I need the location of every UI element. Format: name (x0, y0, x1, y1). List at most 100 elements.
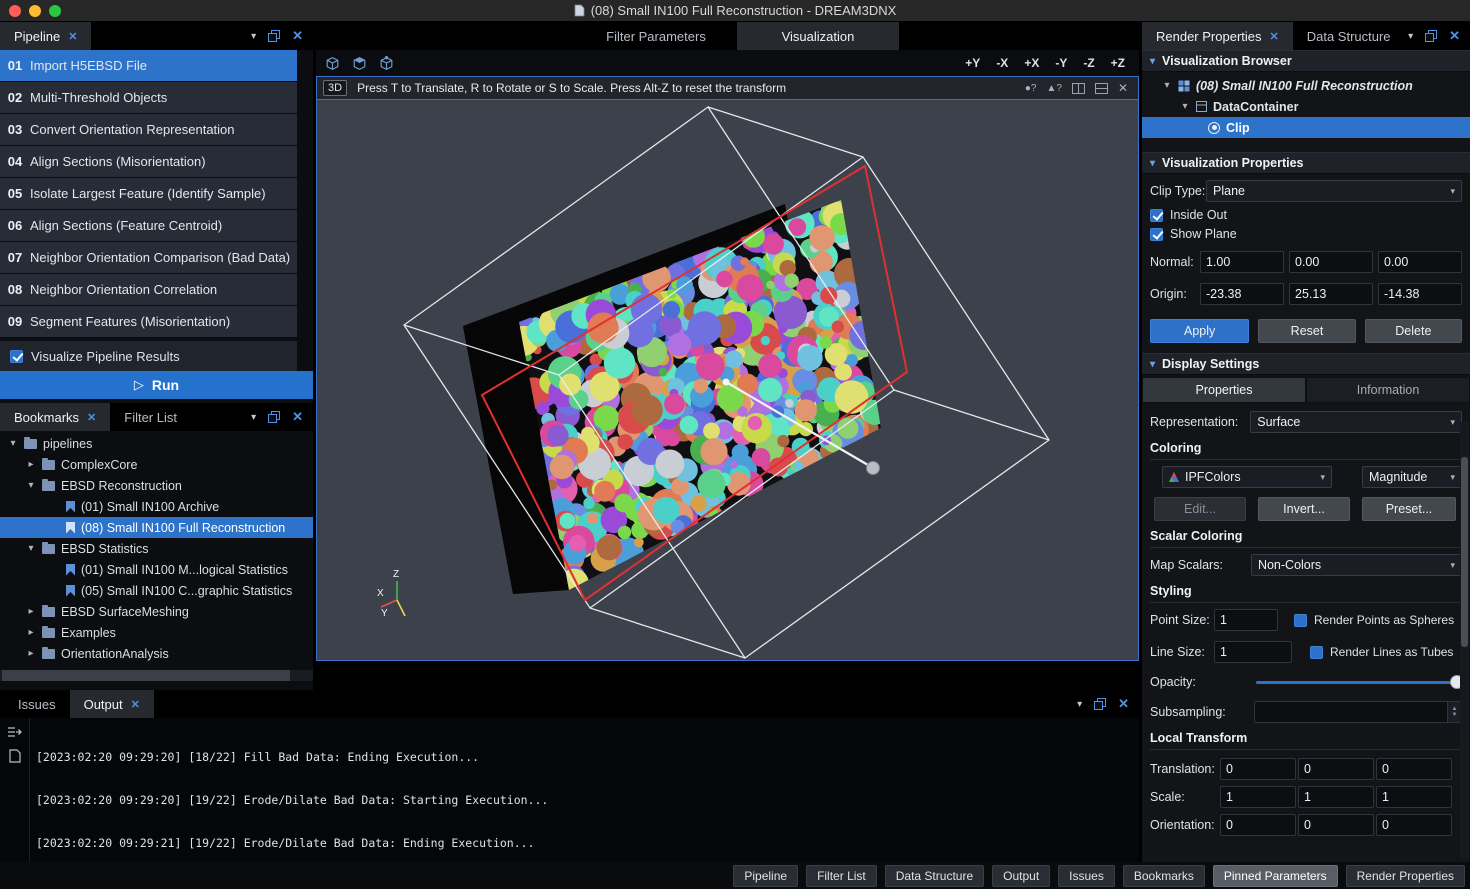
chevron-expanded-icon[interactable]: ▾ (1180, 101, 1190, 112)
tab-filter-parameters[interactable]: Filter Parameters (575, 22, 737, 50)
reset-button[interactable]: Reset (1258, 319, 1355, 343)
visualization-properties-header[interactable]: ▾ Visualization Properties (1142, 152, 1470, 174)
render-points-as-spheres-checkbox[interactable] (1294, 614, 1307, 627)
chevron-down-icon[interactable]: ▾ (251, 31, 256, 42)
translation-x-input[interactable] (1220, 758, 1296, 780)
orientation-x-input[interactable] (1220, 814, 1296, 836)
browser-datacontainer-item[interactable]: ▾ DataContainer (1142, 96, 1470, 117)
line-size-input[interactable] (1214, 641, 1292, 663)
clip-type-dropdown[interactable]: Plane ▾ (1206, 180, 1462, 202)
origin-y-input[interactable] (1289, 283, 1373, 305)
camera-plus-x-button[interactable]: +X (1024, 56, 1039, 70)
render-viewport-3d[interactable]: Z X Y (317, 100, 1138, 660)
toggle-pinned-parameters-button[interactable]: Pinned Parameters (1213, 865, 1338, 887)
tab-properties[interactable]: Properties (1142, 377, 1306, 403)
tree-folder-orientationanalysis[interactable]: ▸ OrientationAnalysis (0, 643, 313, 664)
cube-axes-icon[interactable] (378, 55, 395, 72)
toggle-data-structure-button[interactable]: Data Structure (885, 865, 984, 887)
color-component-dropdown[interactable]: Magnitude ▾ (1362, 466, 1462, 488)
pipeline-step-09[interactable]: 09 Segment Features (Misorientation) (0, 306, 297, 337)
toggle-filter-list-button[interactable]: Filter List (806, 865, 877, 887)
minimize-window-button[interactable] (29, 5, 41, 17)
toggle-bookmarks-button[interactable]: Bookmarks (1123, 865, 1205, 887)
subsampling-spinbox[interactable]: ▲▼ (1254, 701, 1462, 723)
bookmarks-horizontal-scrollbar[interactable] (0, 670, 313, 681)
float-panel-icon[interactable] (268, 411, 280, 423)
camera-minus-z-button[interactable]: -Z (1083, 56, 1094, 70)
log-file-icon[interactable] (9, 749, 21, 763)
browser-clip-item[interactable]: Clip (1142, 117, 1470, 138)
inside-out-checkbox[interactable] (1150, 209, 1163, 222)
orientation-z-input[interactable] (1376, 814, 1452, 836)
close-panel-icon[interactable]: ✕ (292, 28, 303, 44)
query-point-icon[interactable]: ●? (1025, 83, 1037, 94)
tree-item-morphological-statistics[interactable]: (01) Small IN100 M...logical Statistics (0, 559, 313, 580)
normal-y-input[interactable] (1289, 251, 1373, 273)
float-panel-icon[interactable] (1425, 30, 1437, 42)
tree-item-crystallographic-statistics[interactable]: (05) Small IN100 C...graphic Statistics (0, 580, 313, 601)
color-array-dropdown[interactable]: IPFColors ▾ (1162, 466, 1332, 488)
representation-dropdown[interactable]: Surface ▾ (1250, 411, 1462, 433)
tree-item-small-in100-archive[interactable]: (01) Small IN100 Archive (0, 496, 313, 517)
camera-cube-icon[interactable] (324, 55, 341, 72)
pipeline-step-05[interactable]: 05 Isolate Largest Feature (Identify Sam… (0, 178, 297, 209)
tree-folder-ebsd-reconstruction[interactable]: ▾ EBSD Reconstruction (0, 475, 313, 496)
apply-button[interactable]: Apply (1150, 319, 1249, 343)
preset-colors-button[interactable]: Preset... (1362, 497, 1456, 521)
split-vertical-icon[interactable] (1072, 83, 1085, 94)
tree-folder-ebsd-statistics[interactable]: ▾ EBSD Statistics (0, 538, 313, 559)
cube-face-icon[interactable] (351, 55, 368, 72)
toggle-issues-button[interactable]: Issues (1058, 865, 1115, 887)
browser-root-item[interactable]: ▾ (08) Small IN100 Full Reconstruction (1142, 75, 1470, 96)
export-log-icon[interactable] (7, 726, 22, 739)
opacity-slider[interactable] (1256, 681, 1462, 684)
toggle-output-button[interactable]: Output (992, 865, 1050, 887)
close-panel-icon[interactable]: ✕ (292, 409, 303, 425)
chevron-down-icon[interactable]: ▾ (1408, 31, 1413, 42)
float-panel-icon[interactable] (1094, 698, 1106, 710)
scale-x-input[interactable] (1220, 786, 1296, 808)
float-panel-icon[interactable] (268, 30, 280, 42)
chevron-down-icon[interactable]: ▾ (251, 412, 256, 423)
scale-y-input[interactable] (1298, 786, 1374, 808)
display-settings-header[interactable]: ▾ Display Settings (1142, 353, 1470, 375)
chevron-expanded-icon[interactable]: ▾ (26, 480, 36, 491)
tab-bookmarks[interactable]: Bookmarks ✕ (0, 403, 110, 431)
chevron-collapsed-icon[interactable]: ▸ (26, 459, 36, 470)
chevron-expanded-icon[interactable]: ▾ (1162, 80, 1172, 91)
console-log[interactable]: [2023:02:20 09:29:20] [18/22] Fill Bad D… (0, 718, 1139, 862)
close-panel-icon[interactable]: ✕ (1118, 696, 1129, 712)
chevron-expanded-icon[interactable]: ▾ (26, 543, 36, 554)
split-horizontal-icon[interactable] (1095, 83, 1108, 94)
tab-filter-list[interactable]: Filter List (110, 403, 191, 431)
tree-folder-pipelines[interactable]: ▾ pipelines (0, 433, 313, 454)
orientation-y-input[interactable] (1298, 814, 1374, 836)
tab-data-structure[interactable]: Data Structure (1293, 22, 1405, 50)
chevron-collapsed-icon[interactable]: ▸ (26, 606, 36, 617)
pipeline-step-07[interactable]: 07 Neighbor Orientation Comparison (Bad … (0, 242, 297, 273)
query-cell-icon[interactable]: ▲? (1046, 83, 1061, 94)
tab-information[interactable]: Information (1306, 377, 1470, 403)
pipeline-step-02[interactable]: 02 Multi-Threshold Objects (0, 82, 297, 113)
close-tab-icon[interactable]: ✕ (131, 698, 140, 711)
tab-output[interactable]: Output ✕ (70, 690, 154, 718)
normal-x-input[interactable] (1200, 251, 1284, 273)
chevron-collapsed-icon[interactable]: ▸ (26, 627, 36, 638)
mode-3d-badge[interactable]: 3D (323, 80, 347, 96)
translation-y-input[interactable] (1298, 758, 1374, 780)
camera-plus-z-button[interactable]: +Z (1111, 56, 1125, 70)
tree-folder-examples[interactable]: ▸ Examples (0, 622, 313, 643)
show-plane-checkbox[interactable] (1150, 228, 1163, 241)
pipeline-step-06[interactable]: 06 Align Sections (Feature Centroid) (0, 210, 297, 241)
edit-colors-button[interactable]: Edit... (1154, 497, 1246, 521)
close-window-button[interactable] (9, 5, 21, 17)
chevron-collapsed-icon[interactable]: ▸ (26, 648, 36, 659)
toggle-pipeline-button[interactable]: Pipeline (733, 865, 798, 887)
tab-pipeline[interactable]: Pipeline ✕ (0, 22, 91, 50)
normal-z-input[interactable] (1378, 251, 1462, 273)
delete-button[interactable]: Delete (1365, 319, 1462, 343)
tree-folder-complexcore[interactable]: ▸ ComplexCore (0, 454, 313, 475)
invert-colors-button[interactable]: Invert... (1258, 497, 1350, 521)
pipeline-step-01[interactable]: 01 Import H5EBSD File (0, 50, 297, 81)
tab-render-properties[interactable]: Render Properties ✕ (1142, 22, 1293, 50)
